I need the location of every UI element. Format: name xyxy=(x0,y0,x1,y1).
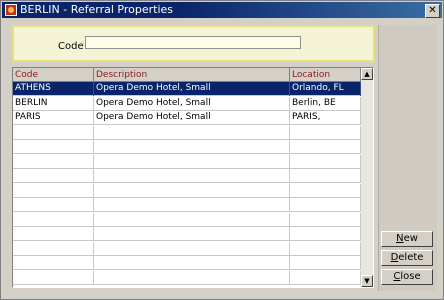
empty-table-row[interactable] xyxy=(13,241,361,256)
code-label: Code xyxy=(58,41,84,52)
cell-location xyxy=(290,227,361,241)
column-header-location[interactable]: Location xyxy=(290,68,361,82)
empty-table-row[interactable] xyxy=(13,183,361,198)
column-header-code[interactable]: Code xyxy=(13,68,94,82)
close-button[interactable]: Close xyxy=(381,269,433,285)
cell-location xyxy=(290,140,361,154)
cell-description: Opera Demo Hotel, Small xyxy=(94,111,290,125)
cell-description xyxy=(94,241,290,256)
cell-location: Berlin, BE xyxy=(290,96,361,111)
cell-location xyxy=(290,241,361,256)
empty-table-row[interactable] xyxy=(13,125,361,140)
hotel-app-icon xyxy=(5,4,17,16)
cell-description xyxy=(94,183,290,198)
cell-description xyxy=(94,154,290,169)
cell-location: Orlando, FL xyxy=(290,82,361,96)
cell-code xyxy=(13,154,94,169)
title-bar[interactable]: BERLIN - Referral Properties ✕ xyxy=(2,2,442,18)
cell-code xyxy=(13,183,94,198)
empty-table-row[interactable] xyxy=(13,256,361,270)
cell-description xyxy=(94,227,290,241)
scroll-down-arrow-icon[interactable]: ▼ xyxy=(361,275,373,287)
delete-button[interactable]: Delete xyxy=(381,250,433,266)
cell-description xyxy=(94,270,290,285)
column-header-description[interactable]: Description xyxy=(94,68,290,82)
search-panel: Code xyxy=(12,25,375,62)
cell-location xyxy=(290,154,361,169)
cell-code xyxy=(13,169,94,183)
close-icon: ✕ xyxy=(428,5,437,16)
cell-location xyxy=(290,183,361,198)
empty-table-row[interactable] xyxy=(13,140,361,154)
cell-code xyxy=(13,140,94,154)
cell-code xyxy=(13,270,94,285)
cell-description xyxy=(94,198,290,212)
window-close-button[interactable]: ✕ xyxy=(425,4,440,18)
cell-code xyxy=(13,227,94,241)
cell-location xyxy=(290,256,361,270)
cell-location xyxy=(290,212,361,227)
cell-code xyxy=(13,198,94,212)
cell-code xyxy=(13,125,94,140)
referral-properties-window: BERLIN - Referral Properties ✕ Code Code… xyxy=(0,0,444,300)
cell-description xyxy=(94,169,290,183)
empty-table-row[interactable] xyxy=(13,198,361,212)
cell-location xyxy=(290,125,361,140)
cell-location: PARIS, xyxy=(290,111,361,125)
cell-code xyxy=(13,256,94,270)
empty-table-row[interactable] xyxy=(13,212,361,227)
cell-code: ATHENS xyxy=(13,82,94,96)
new-button[interactable]: New xyxy=(381,231,433,247)
cell-description xyxy=(94,212,290,227)
vertical-scrollbar[interactable]: ▲ ▼ xyxy=(361,68,373,287)
code-search-input[interactable] xyxy=(85,36,301,49)
window-title: BERLIN - Referral Properties xyxy=(20,3,173,16)
cell-code: BERLIN xyxy=(13,96,94,111)
cell-description xyxy=(94,140,290,154)
empty-table-row[interactable] xyxy=(13,154,361,169)
cell-description xyxy=(94,256,290,270)
empty-table-row[interactable] xyxy=(13,270,361,285)
cell-code xyxy=(13,212,94,227)
cell-location xyxy=(290,198,361,212)
table-row[interactable]: PARIS Opera Demo Hotel, Small PARIS, xyxy=(13,111,361,125)
referral-properties-table: Code Description Location ATHENS Opera De… xyxy=(12,67,374,288)
cell-code xyxy=(13,241,94,256)
cell-location xyxy=(290,270,361,285)
empty-table-row[interactable] xyxy=(13,169,361,183)
table-row[interactable]: BERLIN Opera Demo Hotel, Small Berlin, BE xyxy=(13,96,361,111)
cell-location xyxy=(290,169,361,183)
empty-table-row[interactable] xyxy=(13,227,361,241)
cell-description: Opera Demo Hotel, Small xyxy=(94,82,290,96)
table-row[interactable]: ATHENS Opera Demo Hotel, Small Orlando, FL xyxy=(13,82,361,96)
cell-description: Opera Demo Hotel, Small xyxy=(94,96,290,111)
scroll-up-arrow-icon[interactable]: ▲ xyxy=(361,68,373,80)
cell-code: PARIS xyxy=(13,111,94,125)
cell-description xyxy=(94,125,290,140)
